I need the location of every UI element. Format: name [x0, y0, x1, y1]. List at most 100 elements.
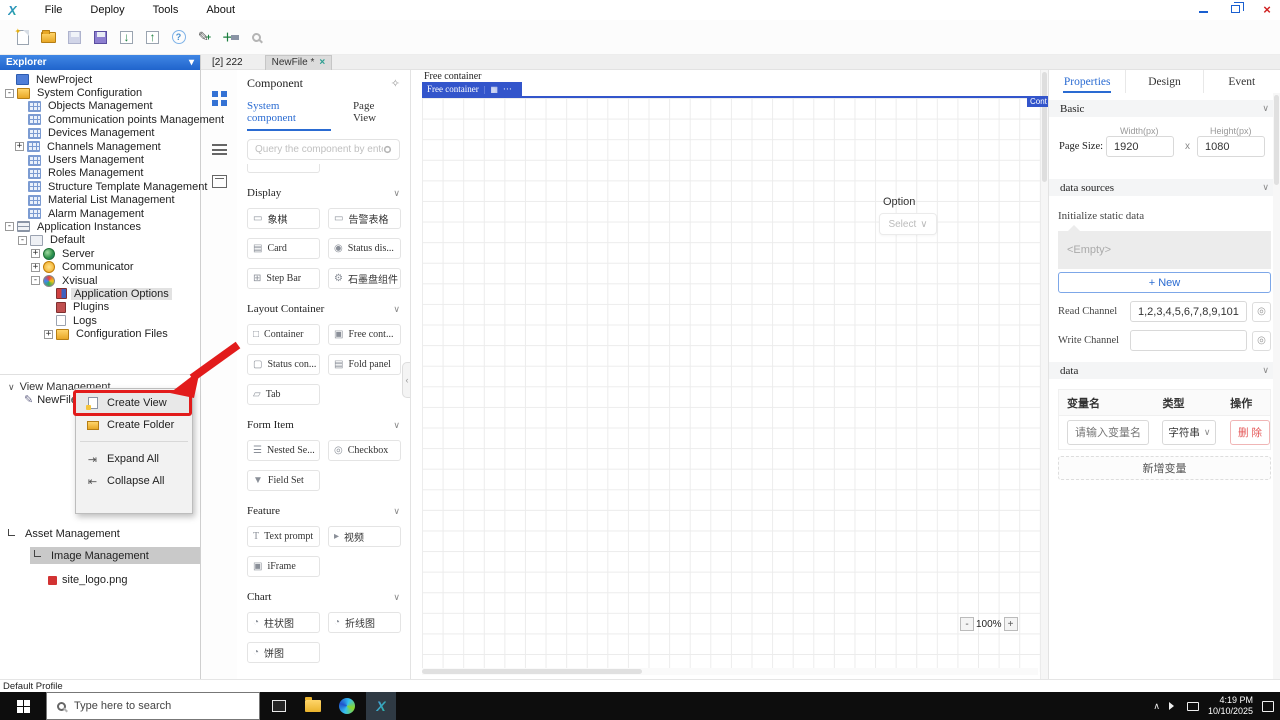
new-data-button[interactable]: + New [1058, 272, 1271, 293]
minimize-button[interactable] [1194, 2, 1212, 16]
xvisual-app-icon[interactable]: X [366, 692, 396, 720]
zoom-out-button[interactable]: - [960, 617, 974, 631]
tree-item-material-list[interactable]: Material List Management [0, 194, 200, 207]
tree-item-devices-management[interactable]: Devices Management [0, 127, 200, 140]
delete-variable-button[interactable]: 删 除 [1230, 420, 1270, 445]
tab-event[interactable]: Event [1202, 70, 1280, 93]
add-variable-button[interactable]: 新增变量 [1058, 456, 1271, 480]
option-select[interactable]: Select ∨ [879, 213, 937, 235]
properties-scrollbar[interactable] [1273, 93, 1280, 683]
menu-file[interactable]: File [31, 2, 77, 18]
help-icon[interactable]: ? [169, 28, 188, 47]
channel-picker-icon[interactable]: ◎ [1252, 330, 1271, 351]
vertical-scrollbar[interactable] [1040, 70, 1048, 683]
write-channel-input[interactable] [1130, 330, 1247, 351]
taskbar-search[interactable]: Type here to search [46, 692, 260, 720]
component-item[interactable]: □ Container [247, 324, 320, 345]
pages-icon[interactable] [212, 175, 227, 190]
static-data-empty-box[interactable]: <Empty> [1058, 225, 1271, 269]
view-management-newfile[interactable]: ✎ NewFile [24, 393, 77, 407]
components-icon[interactable] [212, 91, 227, 106]
container-action-icon[interactable]: ▦ [490, 85, 498, 94]
notification-center-icon[interactable] [1262, 700, 1274, 712]
save-icon[interactable] [65, 28, 84, 47]
tree-item-xvisual[interactable]: - Xvisual [0, 274, 200, 287]
variable-name-input[interactable] [1067, 420, 1149, 445]
page-width-input[interactable] [1106, 136, 1174, 157]
explorer-header[interactable]: Explorer ▾ [0, 55, 200, 70]
component-item[interactable]: ◉ Status dis... [328, 238, 401, 259]
channel-picker-icon[interactable]: ◎ [1252, 301, 1271, 322]
component-item[interactable]: T Text prompt [247, 526, 320, 547]
deploy-tool-icon[interactable]: ✎ + [195, 28, 214, 47]
taskbar-clock[interactable]: 4:19 PM 10/10/2025 [1208, 695, 1253, 718]
component-item[interactable]: ⊞ Step Bar [247, 268, 320, 289]
selected-container-chip[interactable]: Free container | ▦ ··· [422, 82, 522, 96]
component-item[interactable]: ▭ 象棋 [247, 208, 320, 229]
component-item[interactable]: ⚙ 石墨盘组件 [328, 268, 401, 289]
clipped-component-item[interactable] [247, 164, 320, 173]
import-icon[interactable]: ↓ [117, 28, 136, 47]
tab-system-component[interactable]: System component [247, 100, 331, 131]
tree-item-structure-template[interactable]: Structure Template Management [0, 180, 207, 193]
expand-box-icon[interactable]: + [44, 329, 53, 339]
open-folder-icon[interactable] [39, 28, 58, 47]
chevron-down-icon[interactable]: ∨ [393, 420, 400, 431]
task-view-icon[interactable] [264, 692, 294, 720]
menu-tools[interactable]: Tools [139, 2, 193, 18]
component-item[interactable]: ◔ 折线图 [328, 612, 401, 633]
tree-item-users-management[interactable]: Users Management [0, 153, 200, 166]
collapse-box-icon[interactable]: - [5, 222, 14, 232]
component-item[interactable]: ▣ Free cont... [328, 324, 401, 345]
collapse-box-icon[interactable]: - [5, 88, 14, 98]
pin-icon[interactable]: ✧ [391, 77, 400, 90]
tree-item-newproject[interactable]: NewProject [0, 73, 200, 86]
collapse-box-icon[interactable]: - [18, 235, 27, 245]
expand-box-icon[interactable]: + [31, 249, 40, 259]
tab-properties[interactable]: Properties [1049, 70, 1125, 93]
component-item[interactable]: ◔ 柱状图 [247, 612, 320, 633]
component-item[interactable]: ◎ Checkbox [328, 440, 401, 461]
tree-item-default[interactable]: - Default [0, 234, 200, 247]
menu-deploy[interactable]: Deploy [76, 2, 138, 18]
chevron-down-icon[interactable]: ∨ [393, 304, 400, 315]
tree-item-logs[interactable]: Logs [0, 314, 200, 327]
site-logo-row[interactable]: site_logo.png [48, 574, 127, 586]
section-basic[interactable]: Basic ∨ [1049, 100, 1280, 117]
panel-collapse-handle[interactable]: ‹ [402, 362, 410, 398]
image-management-row[interactable]: Image Management [30, 547, 200, 564]
menu-item-create-folder[interactable]: Create Folder [76, 414, 192, 436]
tray-chevron-icon[interactable]: ∧ [1153, 701, 1160, 712]
collapse-box-icon[interactable]: - [31, 276, 40, 286]
tree-item-roles-management[interactable]: Roles Management [0, 167, 200, 180]
chevron-down-icon[interactable]: ∨ [393, 506, 400, 517]
chevron-down-icon[interactable]: ∨ [393, 592, 400, 603]
more-icon[interactable]: ··· [503, 84, 512, 94]
canvas-breadcrumb[interactable]: Free container [424, 71, 481, 82]
menu-item-collapse-all[interactable]: ⇤ Collapse All [76, 470, 192, 492]
section-data[interactable]: data ∨ [1049, 362, 1280, 379]
tree-item-application-options[interactable]: Application Options [0, 287, 200, 300]
tree-item-communicator[interactable]: + Communicator [0, 260, 200, 274]
page-height-input[interactable] [1197, 136, 1265, 157]
component-search-input[interactable]: Query the component by ente [247, 139, 400, 160]
close-button[interactable]: × [1258, 2, 1276, 17]
search-tool-icon[interactable] [247, 28, 266, 47]
component-item[interactable]: ▼ Field Set [247, 470, 320, 491]
component-item[interactable]: ▤ Card [247, 238, 320, 259]
new-file-icon[interactable]: ✦ [13, 27, 32, 47]
canvas-page-grid[interactable] [422, 96, 1040, 672]
component-item[interactable]: ▤ Fold panel [328, 354, 401, 375]
horizontal-scrollbar[interactable] [422, 668, 1038, 675]
component-item[interactable]: ▢ Status con... [247, 354, 320, 375]
component-item[interactable]: ◔ 饼图 [247, 642, 320, 663]
restore-button[interactable] [1226, 2, 1244, 16]
menu-item-expand-all[interactable]: ⇥ Expand All [76, 448, 192, 470]
component-item[interactable]: ☰ Nested Se... [247, 440, 320, 461]
volume-icon[interactable] [1168, 702, 1178, 710]
tree-item-system-configuration[interactable]: - System Configuration [0, 86, 200, 99]
edge-browser-icon[interactable] [332, 692, 362, 720]
file-explorer-icon[interactable] [298, 692, 328, 720]
tree-item-channels-management[interactable]: + Channels Management [0, 140, 200, 153]
add-connection-icon[interactable]: ＋ [221, 28, 240, 47]
